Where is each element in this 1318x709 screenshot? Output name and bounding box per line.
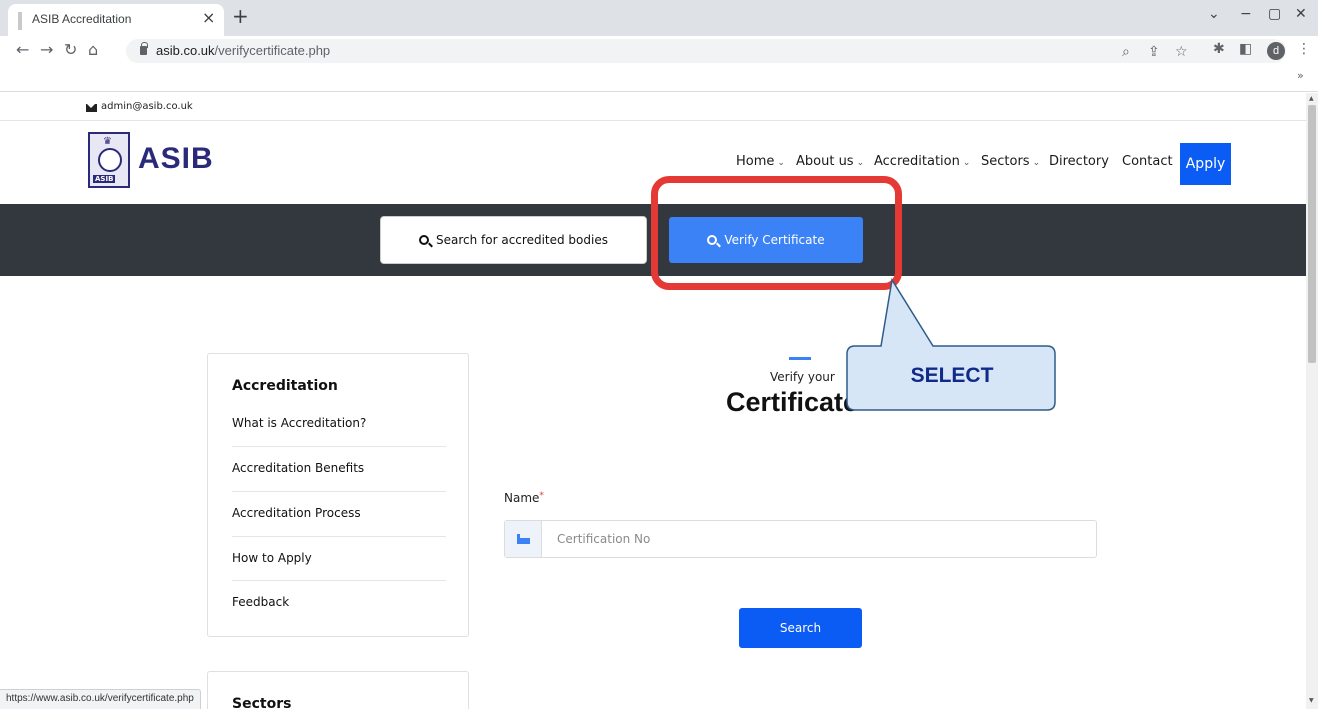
side-panel-icon[interactable]: ◧	[1239, 41, 1252, 57]
required-marker: *	[539, 491, 544, 501]
url-text: asib.co.uk/verifycertificate.php	[156, 43, 331, 58]
nav-accreditation[interactable]: Accreditation ⌄	[874, 154, 970, 169]
chevron-down-icon: ⌄	[777, 158, 785, 168]
globe-icon	[98, 148, 122, 172]
minimize-icon[interactable]: −	[1240, 6, 1252, 22]
divider	[232, 446, 446, 447]
profile-avatar[interactable]: d	[1267, 42, 1285, 60]
sidebar-item-what-is-accreditation[interactable]: What is Accreditation?	[232, 416, 446, 430]
tab-close-icon[interactable]: ×	[202, 9, 215, 27]
divider	[232, 580, 446, 581]
browser-tabstrip: ASIB Accreditation × + ⌄ − ▢ ✕	[0, 0, 1318, 36]
chevron-down-icon: ⌄	[856, 158, 865, 168]
scroll-thumb[interactable]	[1308, 105, 1316, 363]
divider	[232, 536, 446, 537]
nav-directory[interactable]: Directory	[1049, 154, 1109, 169]
favicon-icon	[18, 12, 22, 30]
bookmarks-bar: »	[0, 66, 1318, 92]
search-button[interactable]: Search	[739, 608, 862, 648]
home-icon[interactable]: ⌂	[88, 41, 98, 59]
input-addon	[505, 521, 542, 557]
nav-home[interactable]: Home ⌄	[736, 154, 785, 169]
maximize-icon[interactable]: ▢	[1268, 6, 1281, 22]
apply-button[interactable]: Apply	[1180, 143, 1231, 185]
certification-number-input[interactable]	[543, 521, 1096, 557]
page-subtitle: Verify your	[770, 370, 835, 384]
menu-icon[interactable]: ⋮	[1297, 41, 1311, 57]
bookmark-star-icon[interactable]: ☆	[1175, 44, 1188, 60]
sidebar-item-process[interactable]: Accreditation Process	[232, 506, 446, 520]
sidebar-heading: Accreditation	[232, 378, 338, 394]
bookmarks-more-icon[interactable]: »	[1297, 69, 1304, 82]
sidebar-item-feedback[interactable]: Feedback	[232, 595, 446, 609]
close-window-icon[interactable]: ✕	[1295, 6, 1307, 22]
nav-sectors[interactable]: Sectors ⌄	[981, 154, 1040, 169]
share-icon[interactable]: ⇪	[1148, 44, 1160, 60]
sectors-heading: Sectors	[232, 696, 292, 709]
nav-contact[interactable]: Contact	[1122, 154, 1173, 169]
industry-icon	[517, 534, 530, 544]
nav-about-us[interactable]: About us ⌄	[796, 154, 864, 169]
divider	[232, 491, 446, 492]
logo-mini-text: ASIB	[93, 175, 116, 183]
sidebar-item-how-to-apply[interactable]: How to Apply	[232, 551, 446, 565]
callout-bubble	[846, 277, 1056, 411]
crown-icon: ♛	[103, 136, 112, 147]
reload-icon[interactable]: ↻	[64, 41, 77, 59]
search-accredited-bodies-button[interactable]: Search for accredited bodies	[380, 216, 647, 264]
name-field-label: Name*	[504, 491, 544, 505]
zoom-icon[interactable]: ⌕	[1122, 44, 1130, 60]
logo-emblem-icon[interactable]: ♛ ASIB	[88, 132, 130, 188]
sidebar-item-benefits[interactable]: Accreditation Benefits	[232, 461, 446, 475]
scroll-up-icon[interactable]: ▲	[1309, 95, 1314, 102]
search-icon	[419, 235, 429, 245]
contact-email[interactable]: admin@asib.co.uk	[101, 101, 193, 112]
sectors-sidebar: Sectors	[207, 671, 469, 709]
link-status-bar: https://www.asib.co.uk/verifycertificate…	[0, 689, 201, 709]
scroll-down-icon[interactable]: ▼	[1309, 697, 1314, 704]
tab-search-icon[interactable]: ⌄	[1208, 6, 1220, 22]
browser-toolbar: ← → ↻ ⌂ asib.co.uk/verifycertificate.php…	[0, 36, 1318, 66]
chevron-down-icon: ⌄	[962, 158, 971, 168]
accreditation-sidebar: Accreditation What is Accreditation? Acc…	[207, 353, 469, 637]
certification-input-group	[504, 520, 1097, 558]
back-icon[interactable]: ←	[16, 41, 29, 59]
heading-accent-line	[789, 357, 811, 360]
callout-text: SELECT	[910, 364, 994, 387]
browser-tab[interactable]: ASIB Accreditation ×	[8, 4, 224, 36]
new-tab-button[interactable]: +	[232, 5, 249, 27]
extensions-icon[interactable]: ✱	[1213, 41, 1225, 57]
envelope-icon	[86, 104, 97, 112]
forward-icon[interactable]: →	[40, 41, 53, 59]
tab-title: ASIB Accreditation	[32, 12, 132, 26]
page-scrollbar[interactable]: ▲ ▼	[1306, 93, 1318, 709]
lock-icon	[140, 42, 148, 55]
address-bar[interactable]: asib.co.uk/verifycertificate.php ⌕ ⇪ ☆	[126, 39, 1286, 63]
page-title: Certificate	[726, 387, 859, 417]
contact-topbar: admin@asib.co.uk	[0, 93, 1306, 121]
logo-text[interactable]: ASIB	[138, 142, 214, 176]
highlight-box	[651, 176, 902, 290]
chevron-down-icon: ⌄	[1032, 158, 1041, 168]
